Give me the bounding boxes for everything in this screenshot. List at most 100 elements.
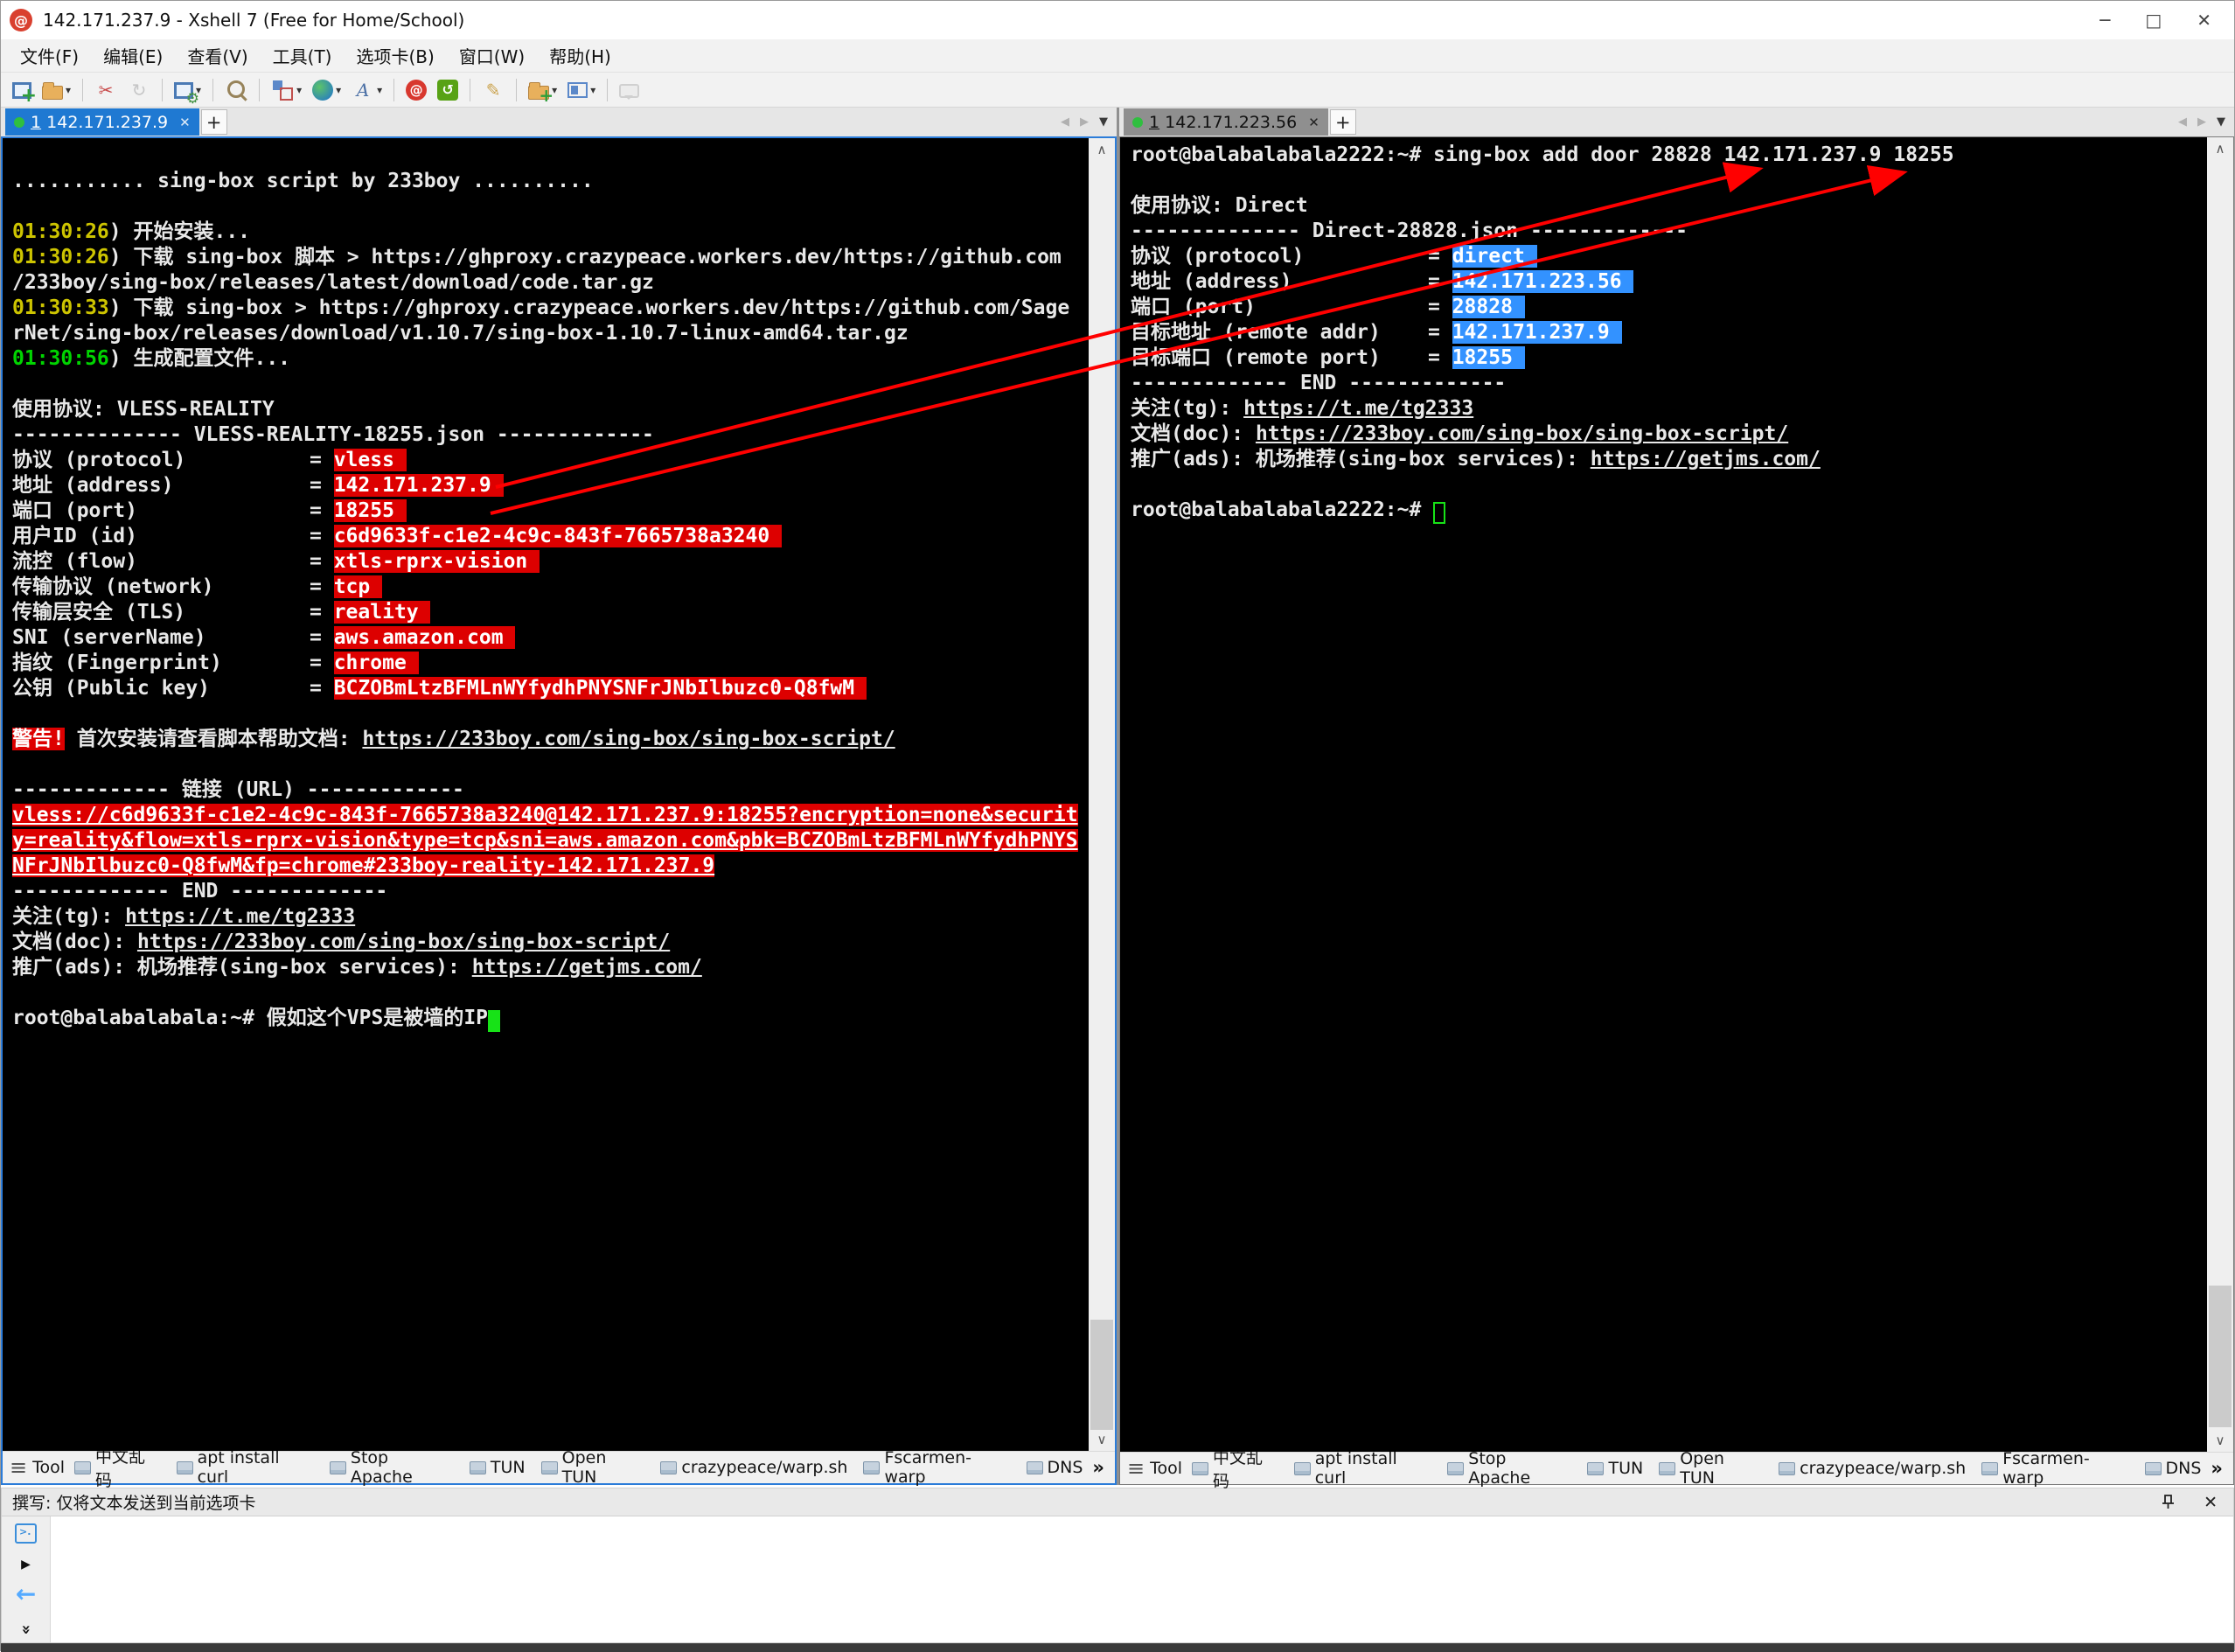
tab-scroll-right-icon[interactable]: ▶ — [2197, 115, 2206, 129]
terminal-text: 01:30:26 — [12, 246, 109, 268]
session-properties-icon[interactable]: ▾ — [170, 75, 205, 105]
toolbar-separator — [259, 79, 260, 101]
tab-scroll-left-icon[interactable]: ◀ — [1061, 115, 1069, 129]
quickbar-button-3[interactable]: TUN — [463, 1458, 532, 1477]
terminal-link[interactable]: https://t.me/tg2333 — [125, 905, 355, 928]
xshell-logo-icon[interactable] — [401, 75, 431, 105]
tab-scroll-left-icon[interactable]: ◀ — [2178, 115, 2187, 129]
quickbar-right: ≡Tool中文乱码apt install curlStop ApacheTUNO… — [1120, 1452, 2233, 1484]
terminal-line: ------------- END ------------- — [12, 879, 1089, 904]
scroll-up-icon[interactable]: ∧ — [1097, 142, 1107, 157]
menu-item-5[interactable]: 窗口(W) — [447, 43, 537, 68]
keyboard-icon — [1981, 1462, 1998, 1475]
quickbar-menu-icon[interactable]: ≡ — [10, 1455, 27, 1480]
compose-input[interactable] — [51, 1516, 2233, 1642]
quickbar-button-2[interactable]: Stop Apache — [324, 1448, 460, 1487]
terminal-output-left[interactable]: ........... sing-box script by 233boy ..… — [3, 138, 1089, 1451]
new-session-icon[interactable] — [8, 75, 36, 105]
collapse-panel-icon[interactable]: » — [17, 1625, 35, 1635]
terminal-text: ) 开始安装... — [109, 220, 250, 243]
terminal-link[interactable]: https://t.me/tg2333 — [1243, 397, 1473, 420]
quickbar-button-7[interactable]: DNS — [2139, 1459, 2208, 1478]
maximize-button[interactable]: □ — [2145, 10, 2162, 31]
terminal-link[interactable]: https://getjms.com/ — [1591, 448, 1821, 471]
terminal-link[interactable]: NFrJNbIlbuzc0-Q8fwM&fp=chrome#233boy-rea… — [12, 854, 714, 877]
tile-windows-icon[interactable]: ▾ — [563, 75, 600, 105]
menu-item-3[interactable]: 工具(T) — [261, 43, 345, 68]
tab-menu-icon[interactable]: ▼ — [1099, 115, 1108, 129]
quickbar-button-7[interactable]: DNS — [1020, 1458, 1090, 1477]
terminal-link[interactable]: https://233boy.com/sing-box/sing-box-scr… — [362, 728, 895, 750]
connected-dot-icon — [1132, 117, 1143, 128]
send-target-terminal-icon[interactable]: >. — [15, 1523, 37, 1544]
terminal-link[interactable]: vless://c6d9633f-c1e2-4c9c-843f-7665738a… — [12, 804, 1078, 826]
menu-item-2[interactable]: 查看(V) — [175, 43, 260, 68]
quickbar-button-2[interactable]: Stop Apache — [1441, 1449, 1577, 1488]
terminal-link[interactable]: https://getjms.com/ — [472, 956, 702, 979]
find-icon[interactable] — [220, 75, 252, 105]
terminal-link[interactable]: https://233boy.com/sing-box/sing-box-scr… — [137, 931, 670, 953]
compose-header-label: 撰写: 仅将文本发送到当前选项卡 — [12, 1490, 255, 1514]
quickbar-button-6[interactable]: Fscarmen-warp — [1975, 1449, 2134, 1488]
compose-pen-icon[interactable]: ✎ — [477, 75, 509, 105]
tab-142.171.223.56[interactable]: 1 142.171.223.56 ✕ — [1124, 108, 1328, 136]
quickbar-button-0[interactable]: 中文乱码 — [68, 1444, 167, 1491]
keyboard-icon — [330, 1461, 346, 1474]
scroll-down-icon[interactable]: ∨ — [1097, 1432, 1107, 1447]
scrollbar-thumb[interactable] — [1090, 1320, 1113, 1430]
quickbar-button-4[interactable]: Open TUN — [1653, 1449, 1769, 1488]
terminal-text: root@balabalabala2222:~# — [1131, 498, 1433, 521]
quickbar-button-0[interactable]: 中文乱码 — [1186, 1445, 1285, 1492]
tab-142.171.237.9[interactable]: 1 142.171.237.9 ✕ — [5, 108, 199, 136]
quickbar-menu-icon[interactable]: ≡ — [1127, 1456, 1145, 1481]
quickbar-button-1[interactable]: apt install curl — [171, 1448, 320, 1487]
quickbar-button-3[interactable]: TUN — [1581, 1459, 1649, 1478]
font-icon[interactable]: A▾ — [347, 75, 386, 105]
quickbar-menu-label[interactable]: Tool — [1150, 1459, 1182, 1478]
menu-item-0[interactable]: 文件(F) — [8, 43, 91, 68]
compose-close-icon[interactable]: ✕ — [2204, 1493, 2218, 1512]
quickbar-button-6[interactable]: Fscarmen-warp — [857, 1448, 1016, 1487]
tab-close-icon[interactable]: ✕ — [1308, 115, 1319, 130]
transfer-icon[interactable]: ▾ — [267, 75, 306, 105]
quickbar-button-1[interactable]: apt install curl — [1288, 1449, 1438, 1488]
tab-menu-icon[interactable]: ▼ — [2217, 115, 2225, 129]
quickbar-overflow-button[interactable]: » — [1092, 1457, 1108, 1478]
minimize-button[interactable]: ─ — [2099, 10, 2110, 31]
terminal-link[interactable]: y=reality&flow=xtls-rprx-vision&type=tcp… — [12, 829, 1078, 852]
tab-close-icon[interactable]: ✕ — [179, 115, 191, 130]
quickbar-overflow-button[interactable]: » — [2211, 1458, 2226, 1479]
history-back-icon[interactable]: ← — [16, 1586, 36, 1603]
terminal-text: = — [310, 575, 334, 598]
left-scrollbar[interactable]: ∧ ∨ — [1089, 138, 1115, 1451]
tile-windows-icon — [567, 82, 588, 98]
new-tab-button[interactable]: + — [201, 109, 227, 135]
terminal-output-right[interactable]: root@balabalabala2222:~# sing-box add do… — [1120, 137, 2207, 1452]
close-button[interactable]: ✕ — [2197, 10, 2211, 31]
terminal-link[interactable]: https://233boy.com/sing-box/sing-box-scr… — [1256, 422, 1788, 445]
scroll-down-icon[interactable]: ∨ — [2216, 1432, 2225, 1448]
send-button-icon[interactable]: ▶ — [21, 1558, 31, 1572]
scroll-up-icon[interactable]: ∧ — [2216, 141, 2225, 157]
pin-icon[interactable] — [2158, 1493, 2177, 1512]
menu-item-4[interactable]: 选项卡(B) — [344, 43, 446, 68]
xftp-icon[interactable] — [433, 75, 463, 105]
terminal-text: -------------- Direct-28828.json -------… — [1131, 220, 1688, 242]
font-icon: A — [352, 79, 374, 101]
menu-item-6[interactable]: 帮助(H) — [537, 43, 623, 68]
right-scrollbar[interactable]: ∧ ∨ — [2207, 137, 2233, 1452]
new-tab-button[interactable]: + — [1330, 109, 1356, 135]
scrollbar-thumb[interactable] — [2209, 1286, 2232, 1427]
open-session-folder-icon[interactable]: ▾ — [38, 75, 75, 105]
tab-scroll-right-icon[interactable]: ▶ — [1080, 115, 1089, 129]
terminal-text: 推广(ads): 机场推荐(sing-box services): — [12, 956, 472, 979]
web-browser-icon[interactable]: ▾ — [308, 75, 345, 105]
quickbar-button-5[interactable]: crazypeace/warp.sh — [1772, 1459, 1972, 1478]
quickbar-button-5[interactable]: crazypeace/warp.sh — [654, 1458, 853, 1477]
keyboard-icon — [2145, 1462, 2162, 1475]
quickbar-menu-label[interactable]: Tool — [32, 1458, 65, 1477]
new-file-icon[interactable]: ▾ — [524, 75, 561, 105]
menu-item-1[interactable]: 编辑(E) — [91, 43, 175, 68]
quickbar-button-4[interactable]: Open TUN — [535, 1448, 651, 1487]
disconnect-icon[interactable]: ✂ — [90, 75, 122, 105]
